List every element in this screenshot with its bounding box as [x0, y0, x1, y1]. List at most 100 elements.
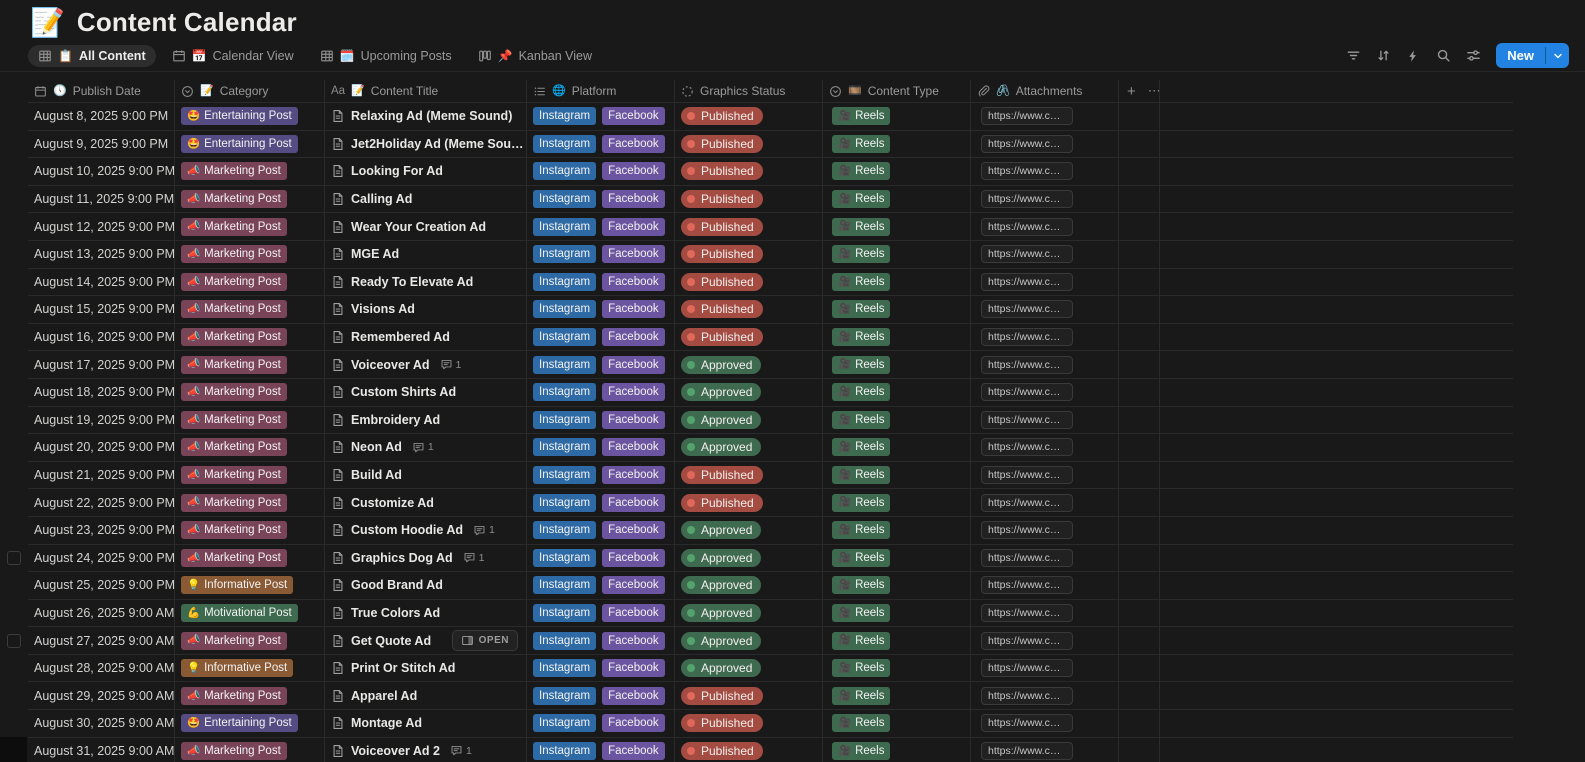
- publish-date-cell[interactable]: August 21, 2025 9:00 PM: [28, 461, 175, 490]
- attachment-link[interactable]: https://www.canva...: [981, 603, 1073, 622]
- category-cell[interactable]: 📣 Marketing Post: [175, 516, 325, 545]
- platform-cell[interactable]: Instagram Facebook: [527, 130, 675, 159]
- platform-tag[interactable]: Instagram: [533, 493, 597, 512]
- content-type-cell[interactable]: 🎥 Reels: [823, 240, 971, 269]
- platform-cell[interactable]: Instagram Facebook: [527, 737, 675, 762]
- table-row[interactable]: August 20, 2025 9:00 PM 📣 Marketing Post…: [0, 434, 1513, 462]
- content-title-cell[interactable]: MGE Ad: [325, 240, 527, 269]
- row-checkbox[interactable]: [7, 634, 21, 649]
- tab-kanban-view[interactable]: 📌 Kanban View: [468, 45, 602, 67]
- table-row[interactable]: August 22, 2025 9:00 PM 📣 Marketing Post…: [0, 489, 1513, 517]
- status-pill[interactable]: Approved: [681, 576, 762, 595]
- category-cell[interactable]: 📣 Marketing Post: [175, 434, 325, 462]
- content-type-tag[interactable]: 🎥 Reels: [832, 245, 891, 264]
- category-cell[interactable]: 📣 Marketing Post: [175, 240, 325, 269]
- graphics-status-cell[interactable]: Published: [675, 296, 823, 324]
- category-tag[interactable]: 📣 Marketing Post: [181, 410, 287, 429]
- publish-date-cell[interactable]: August 31, 2025 9:00 AM: [28, 737, 175, 762]
- platform-tag[interactable]: Instagram: [533, 190, 597, 209]
- lightning-icon[interactable]: [1400, 43, 1426, 69]
- table-row[interactable]: August 28, 2025 9:00 AM 💡 Informative Po…: [0, 654, 1513, 683]
- platform-tag[interactable]: Facebook: [602, 603, 665, 622]
- graphics-status-cell[interactable]: Published: [675, 710, 823, 738]
- publish-date-cell[interactable]: August 13, 2025 9:00 PM: [28, 240, 175, 269]
- platform-tag[interactable]: Instagram: [533, 548, 597, 567]
- content-type-cell[interactable]: 🎥 Reels: [823, 710, 971, 738]
- attachment-link[interactable]: https://www.canva...: [981, 576, 1073, 595]
- platform-cell[interactable]: Instagram Facebook: [527, 378, 675, 407]
- attachments-cell[interactable]: https://www.canva...: [971, 737, 1119, 762]
- category-tag[interactable]: 📣 Marketing Post: [181, 741, 287, 760]
- content-title-cell[interactable]: Embroidery Ad: [325, 406, 527, 435]
- column-header-platform[interactable]: 🌐 Platform: [527, 80, 675, 103]
- status-pill[interactable]: Published: [681, 328, 763, 347]
- attachments-cell[interactable]: https://www.canva...: [971, 710, 1119, 738]
- category-tag[interactable]: 📣 Marketing Post: [181, 383, 287, 402]
- platform-tag[interactable]: Facebook: [602, 438, 665, 457]
- table-row[interactable]: August 8, 2025 9:00 PM 🤩 Entertaining Po…: [0, 103, 1513, 131]
- content-title-cell[interactable]: Get Quote Ad OPEN: [325, 627, 527, 655]
- platform-tag[interactable]: Instagram: [533, 328, 597, 347]
- platform-cell[interactable]: Instagram Facebook: [527, 323, 675, 352]
- status-pill[interactable]: Approved: [681, 383, 762, 402]
- platform-tag[interactable]: Instagram: [533, 107, 597, 126]
- platform-tag[interactable]: Instagram: [533, 162, 597, 181]
- status-pill[interactable]: Approved: [681, 438, 762, 457]
- content-type-tag[interactable]: 🎥 Reels: [832, 686, 891, 705]
- platform-tag[interactable]: Facebook: [602, 466, 665, 485]
- platform-tag[interactable]: Facebook: [602, 383, 665, 402]
- platform-cell[interactable]: Instagram Facebook: [527, 103, 675, 131]
- table-row[interactable]: August 15, 2025 9:00 PM 📣 Marketing Post…: [0, 296, 1513, 324]
- content-title-cell[interactable]: Voiceover Ad 1: [325, 351, 527, 379]
- attachments-cell[interactable]: https://www.canva...: [971, 158, 1119, 186]
- platform-cell[interactable]: Instagram Facebook: [527, 185, 675, 214]
- attachments-cell[interactable]: https://www.canva...: [971, 268, 1119, 297]
- graphics-status-cell[interactable]: Approved: [675, 572, 823, 600]
- column-header-content-title[interactable]: Aa 📝 Content Title: [325, 80, 527, 103]
- content-type-cell[interactable]: 🎥 Reels: [823, 130, 971, 159]
- category-tag[interactable]: 📣 Marketing Post: [181, 245, 287, 264]
- category-cell[interactable]: 💡 Informative Post: [175, 654, 325, 683]
- platform-tag[interactable]: Instagram: [533, 134, 597, 153]
- category-tag[interactable]: 🤩 Entertaining Post: [181, 134, 298, 153]
- content-type-tag[interactable]: 🎥 Reels: [832, 355, 891, 374]
- category-cell[interactable]: 📣 Marketing Post: [175, 185, 325, 214]
- platform-cell[interactable]: Instagram Facebook: [527, 240, 675, 269]
- publish-date-cell[interactable]: August 9, 2025 9:00 PM: [28, 130, 175, 159]
- publish-date-cell[interactable]: August 20, 2025 9:00 PM: [28, 434, 175, 462]
- category-tag[interactable]: 📣 Marketing Post: [181, 355, 287, 374]
- status-pill[interactable]: Approved: [681, 410, 762, 429]
- attachments-cell[interactable]: https://www.canva...: [971, 351, 1119, 379]
- content-type-cell[interactable]: 🎥 Reels: [823, 737, 971, 762]
- platform-cell[interactable]: Instagram Facebook: [527, 599, 675, 628]
- search-icon[interactable]: [1430, 43, 1456, 69]
- platform-tag[interactable]: Facebook: [602, 741, 665, 760]
- attachment-link[interactable]: https://www.canva...: [981, 686, 1073, 705]
- platform-tag[interactable]: Instagram: [533, 272, 597, 291]
- platform-cell[interactable]: Instagram Facebook: [527, 710, 675, 738]
- attachment-link[interactable]: https://www.canva...: [981, 466, 1073, 485]
- attachment-link[interactable]: https://www.canva...: [981, 190, 1073, 209]
- platform-tag[interactable]: Facebook: [602, 576, 665, 595]
- platform-tag[interactable]: Facebook: [602, 548, 665, 567]
- platform-tag[interactable]: Instagram: [533, 466, 597, 485]
- attachment-link[interactable]: https://www.canva...: [981, 245, 1073, 264]
- platform-cell[interactable]: Instagram Facebook: [527, 544, 675, 573]
- graphics-status-cell[interactable]: Approved: [675, 516, 823, 545]
- content-type-tag[interactable]: 🎥 Reels: [832, 603, 891, 622]
- category-cell[interactable]: 📣 Marketing Post: [175, 544, 325, 573]
- attachment-link[interactable]: https://www.canva...: [981, 217, 1073, 236]
- attachments-cell[interactable]: https://www.canva...: [971, 544, 1119, 573]
- publish-date-cell[interactable]: August 10, 2025 9:00 PM: [28, 158, 175, 186]
- attachments-cell[interactable]: https://www.canva...: [971, 654, 1119, 683]
- category-cell[interactable]: 🤩 Entertaining Post: [175, 710, 325, 738]
- content-title-cell[interactable]: Neon Ad 1: [325, 434, 527, 462]
- platform-tag[interactable]: Instagram: [533, 217, 597, 236]
- attachment-link[interactable]: https://www.canva...: [981, 272, 1073, 291]
- attachment-link[interactable]: https://www.canva...: [981, 410, 1073, 429]
- content-type-tag[interactable]: 🎥 Reels: [832, 162, 891, 181]
- content-type-tag[interactable]: 🎥 Reels: [832, 107, 891, 126]
- content-type-cell[interactable]: 🎥 Reels: [823, 434, 971, 462]
- platform-tag[interactable]: Instagram: [533, 659, 597, 678]
- content-title-cell[interactable]: Customize Ad: [325, 489, 527, 517]
